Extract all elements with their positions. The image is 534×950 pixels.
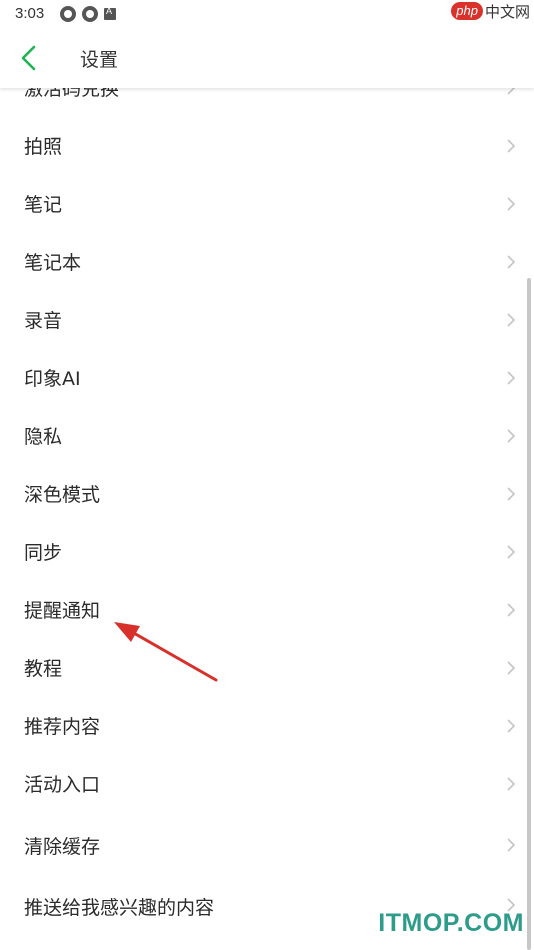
page-title: 设置	[80, 49, 119, 71]
status-icons	[60, 6, 116, 22]
settings-item-label: 深色模式	[24, 484, 101, 506]
settings-item-label: 笔记	[24, 194, 63, 216]
settings-item-notebooks[interactable]: 笔记本	[0, 233, 534, 291]
chevron-right-icon	[507, 197, 516, 211]
settings-item-notes[interactable]: 笔记	[0, 175, 534, 233]
settings-item-label: 清除缓存	[24, 836, 101, 858]
chevron-right-icon	[507, 661, 516, 675]
settings-item-label: 笔记本	[24, 252, 82, 274]
settings-item-label: 教程	[24, 658, 63, 680]
status-bar: 3:03 php 中文网	[0, 0, 534, 28]
status-time: 3:03	[15, 5, 45, 22]
chevron-right-icon	[507, 777, 516, 791]
settings-item-label: 同步	[24, 542, 63, 564]
settings-list: 激活码兑换 拍照 笔记 笔记本 录音 印象AI 隐私 深色模式 同步 提醒通知 …	[0, 59, 534, 929]
settings-item-sync[interactable]: 同步	[0, 523, 534, 581]
settings-item-clear-cache[interactable]: 清除缓存	[0, 813, 534, 873]
back-button[interactable]	[14, 42, 46, 74]
settings-item-privacy[interactable]: 隐私	[0, 407, 534, 465]
chevron-right-icon	[507, 313, 516, 327]
settings-item-label: 拍照	[24, 136, 63, 158]
scrollbar-thumb[interactable]	[527, 278, 531, 950]
app-notification-icon	[104, 6, 116, 20]
notification-icon	[82, 6, 98, 22]
php-watermark-text: 中文网	[484, 2, 530, 21]
settings-item-label: 提醒通知	[24, 600, 101, 622]
chevron-right-icon	[507, 429, 516, 443]
settings-item-label: 活动入口	[24, 774, 101, 796]
chevron-right-icon	[507, 371, 516, 385]
settings-item-label: 录音	[24, 310, 63, 332]
itmop-watermark: ITMOP.COM	[378, 909, 524, 937]
settings-item-notifications[interactable]: 提醒通知	[0, 581, 534, 639]
php-watermark-badge: php	[451, 2, 483, 20]
chevron-left-icon	[21, 45, 36, 71]
settings-item-recording[interactable]: 录音	[0, 291, 534, 349]
chevron-right-icon	[507, 545, 516, 559]
chevron-right-icon	[507, 603, 516, 617]
chevron-right-icon	[507, 838, 516, 852]
notification-icon	[60, 6, 76, 22]
php-watermark: php 中文网	[451, 0, 534, 22]
chevron-right-icon	[507, 487, 516, 501]
app-header: 设置	[0, 28, 534, 88]
settings-item-dark-mode[interactable]: 深色模式	[0, 465, 534, 523]
settings-item-recommended[interactable]: 推荐内容	[0, 697, 534, 755]
chevron-right-icon	[507, 255, 516, 269]
settings-item-events[interactable]: 活动入口	[0, 755, 534, 813]
settings-item-tutorial[interactable]: 教程	[0, 639, 534, 697]
settings-item-label: 隐私	[24, 426, 63, 448]
annotation-arrow-icon	[114, 622, 218, 682]
chevron-right-icon	[507, 139, 516, 153]
settings-item-label: 推荐内容	[24, 716, 101, 738]
settings-item-label: 推送给我感兴趣的内容	[24, 897, 215, 919]
settings-item-camera[interactable]: 拍照	[0, 117, 534, 175]
chevron-right-icon	[507, 719, 516, 733]
settings-item-ai[interactable]: 印象AI	[0, 349, 534, 407]
settings-item-label: 印象AI	[24, 368, 81, 390]
